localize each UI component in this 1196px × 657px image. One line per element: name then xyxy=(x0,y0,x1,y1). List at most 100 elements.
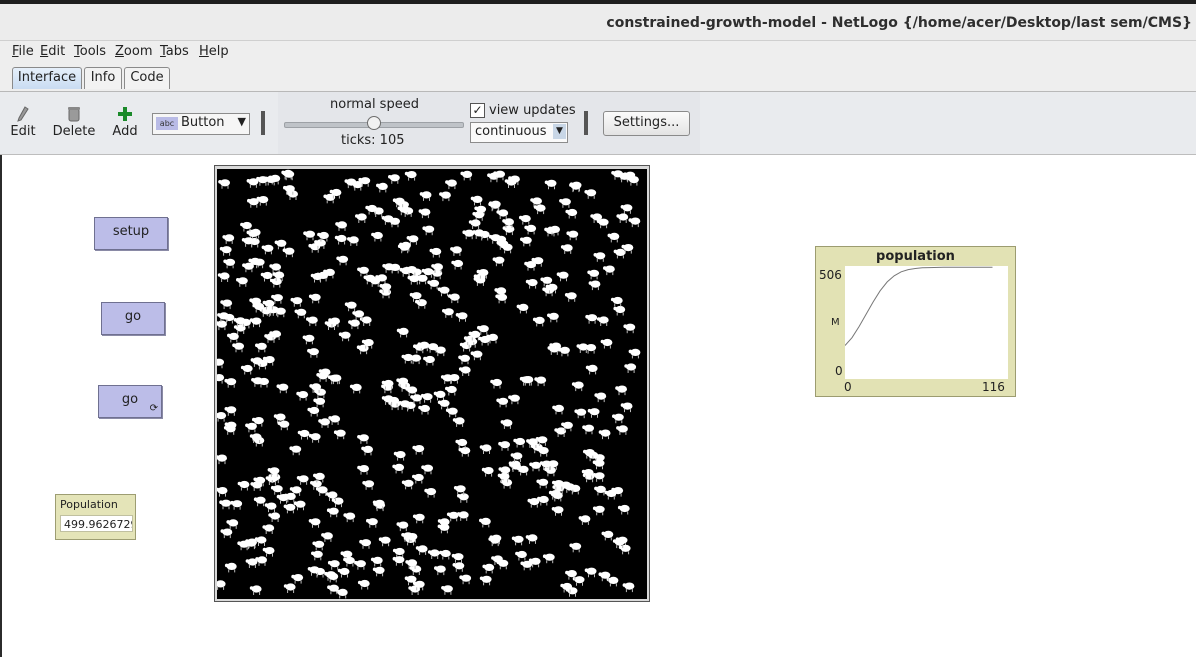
sheep-agent xyxy=(217,320,227,331)
sheep-agent xyxy=(270,485,283,495)
sheep-agent xyxy=(520,560,533,571)
sheep-agent xyxy=(585,364,598,375)
sheep-agent xyxy=(233,324,246,334)
sheep-agent xyxy=(421,464,433,475)
sheep-agent xyxy=(613,248,626,259)
plot-area xyxy=(844,266,1008,379)
menu-help[interactable]: Help xyxy=(199,44,229,59)
widget-type-select[interactable]: abc Button ▼ xyxy=(152,113,250,135)
sheep-agent xyxy=(412,445,425,455)
sheep-agent xyxy=(343,512,356,523)
sheep-agent xyxy=(452,417,465,427)
tab-code[interactable]: Code xyxy=(124,67,170,89)
sheep-agent xyxy=(547,345,560,355)
sheep-agent xyxy=(508,394,520,405)
sheep-agent xyxy=(226,519,239,529)
edit-button[interactable]: Edit xyxy=(8,104,38,139)
world-view[interactable] xyxy=(217,169,647,599)
add-label: Add xyxy=(112,124,138,139)
sheep-agent xyxy=(552,404,564,415)
sheep-agent xyxy=(473,276,486,286)
sheep-agent xyxy=(565,208,578,219)
sheep-agents xyxy=(217,169,641,599)
view-updates-checkbox[interactable]: ✓ xyxy=(470,103,485,118)
sheep-agent xyxy=(603,265,615,276)
sheep-agent xyxy=(397,205,410,216)
sheep-agent xyxy=(362,480,375,490)
sheep-agent xyxy=(220,528,233,539)
widget-type-value: Button xyxy=(181,115,225,130)
speed-label: normal speed xyxy=(330,97,419,112)
sheep-agent xyxy=(336,255,349,266)
sheep-agent xyxy=(542,553,555,564)
sheep-agent xyxy=(624,363,637,373)
sheep-agent xyxy=(331,497,344,508)
sheep-agent xyxy=(307,566,320,576)
chevron-down-icon: ▼ xyxy=(553,124,566,139)
sheep-agent xyxy=(277,420,290,431)
setup-button[interactable]: setup xyxy=(94,217,168,250)
title-bar: constrained-growth-model - NetLogo {/hom… xyxy=(0,4,1196,41)
sheep-agent xyxy=(551,506,564,516)
sheep-agent xyxy=(371,231,383,242)
sheep-agent xyxy=(261,244,274,255)
sheep-agent xyxy=(262,547,275,557)
sheep-agent xyxy=(376,182,388,193)
menu-tabs[interactable]: Tabs xyxy=(160,44,189,59)
speed-slider-knob[interactable] xyxy=(367,116,381,130)
go-forever-label: go xyxy=(121,392,139,407)
menu-zoom[interactable]: Zoom xyxy=(115,44,152,59)
sheep-agent xyxy=(276,383,289,394)
sheep-agent xyxy=(232,342,244,353)
tab-info[interactable]: Info xyxy=(84,67,122,89)
menu-tools[interactable]: Tools xyxy=(74,44,106,59)
sheep-agent xyxy=(392,556,405,566)
add-button[interactable]: Add xyxy=(110,104,140,139)
delete-button[interactable]: Delete xyxy=(52,104,96,139)
sheep-agent xyxy=(455,438,468,449)
go-forever-button[interactable]: go ⟳ xyxy=(98,385,162,418)
sheep-agent xyxy=(520,236,532,247)
sheep-agent xyxy=(445,385,457,396)
sheep-agent xyxy=(627,176,639,186)
sheep-agent xyxy=(472,229,485,239)
sheep-agent xyxy=(355,213,367,223)
sheep-agent xyxy=(291,574,304,584)
sheep-agent xyxy=(617,504,630,515)
sheep-agent xyxy=(524,261,536,271)
sheep-agent xyxy=(308,433,321,443)
sheep-agent xyxy=(585,314,598,324)
sheep-agent xyxy=(220,299,233,310)
sheep-agent xyxy=(237,480,250,491)
sheep-agent xyxy=(274,239,287,250)
sheep-agent xyxy=(328,415,341,425)
sheep-agent xyxy=(478,335,491,346)
menu-file[interactable]: File xyxy=(12,44,34,59)
sheep-agent xyxy=(393,451,406,461)
sheep-agent xyxy=(571,381,584,392)
sheep-agent xyxy=(547,312,559,323)
plot-canvas xyxy=(844,266,993,346)
sheep-agent xyxy=(236,277,248,287)
sheep-agent xyxy=(534,376,547,387)
sheep-agent xyxy=(359,539,371,549)
plus-icon xyxy=(118,107,132,121)
sheep-agent xyxy=(230,500,243,510)
sheep-agent xyxy=(307,406,320,417)
sheep-agent xyxy=(237,540,250,551)
tab-interface[interactable]: Interface xyxy=(12,67,82,89)
update-mode-value: continuous xyxy=(475,124,547,139)
chevron-down-icon: ▼ xyxy=(237,115,246,128)
sheep-agent xyxy=(515,550,527,561)
sheep-agent xyxy=(574,408,587,419)
sheep-agent xyxy=(623,323,636,334)
go-once-button[interactable]: go xyxy=(101,302,165,335)
menu-edit[interactable]: Edit xyxy=(40,44,65,59)
sheep-agent xyxy=(217,272,230,282)
sheep-agent xyxy=(598,429,611,440)
update-mode-select[interactable]: continuous ▼ xyxy=(470,122,568,143)
sheep-agent xyxy=(392,547,405,558)
sheep-agent xyxy=(533,204,546,215)
settings-button[interactable]: Settings... xyxy=(603,111,690,136)
sheep-agent xyxy=(510,452,523,462)
